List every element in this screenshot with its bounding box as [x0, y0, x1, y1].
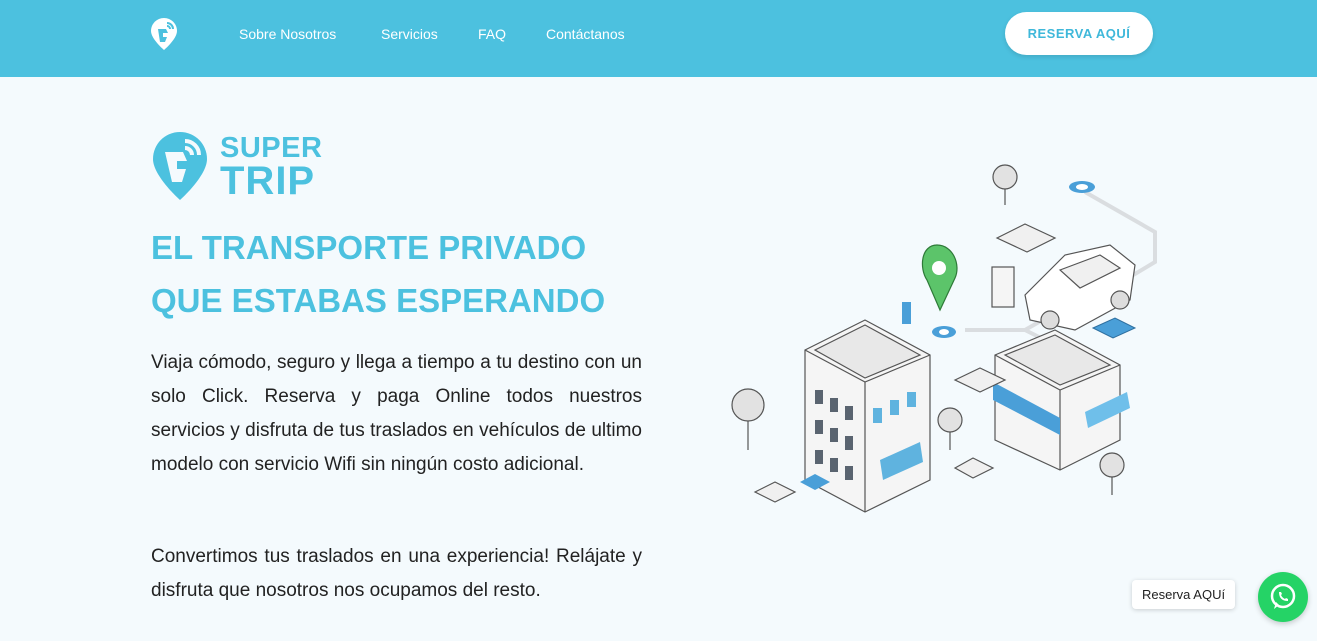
- brand-name-trip: TRIP: [220, 159, 316, 203]
- reserve-button[interactable]: RESERVA AQUÍ: [1005, 12, 1153, 55]
- nav-link-sobre-nosotros[interactable]: Sobre Nosotros: [239, 26, 336, 42]
- nav-link-faq[interactable]: FAQ: [478, 26, 506, 42]
- hero-headline: EL TRANSPORTE PRIVADO QUE ESTABAS ESPERA…: [151, 221, 671, 327]
- brand-logo: SUPER TRIP: [151, 130, 351, 202]
- whatsapp-button[interactable]: [1258, 572, 1308, 622]
- whatsapp-tooltip: Reserva AQUí: [1132, 580, 1236, 609]
- hero-paragraph-1: Viaja cómodo, seguro y llega a tiempo a …: [151, 352, 642, 475]
- whatsapp-icon: [1270, 583, 1296, 609]
- hero-headline-line-2: QUE ESTABAS ESPERANDO: [151, 282, 606, 319]
- hero-paragraph-2: Convertimos tus traslados en una experie…: [151, 546, 642, 601]
- hero-headline-line-1: EL TRANSPORTE PRIVADO: [151, 229, 587, 266]
- supertrip-logo-icon: [151, 130, 209, 202]
- city-illustration: [715, 150, 1165, 520]
- nav-link-servicios[interactable]: Servicios: [381, 26, 438, 42]
- supertrip-logo-icon[interactable]: [150, 17, 178, 51]
- top-navbar: Sobre Nosotros Servicios FAQ Contáctanos…: [0, 0, 1317, 77]
- nav-link-contactanos[interactable]: Contáctanos: [546, 26, 625, 42]
